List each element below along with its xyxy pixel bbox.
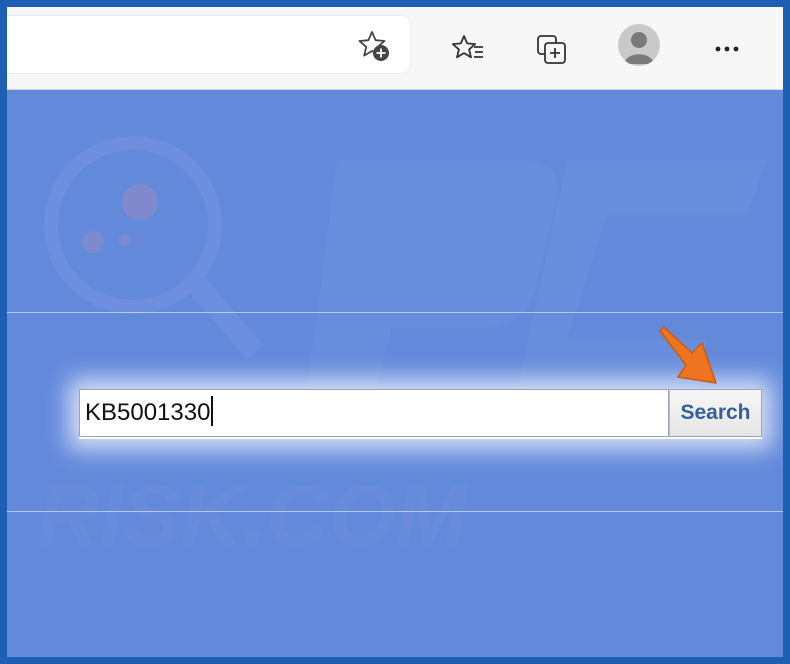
favorites-list-icon[interactable] xyxy=(450,31,486,67)
orange-pointer-arrow-icon xyxy=(659,326,717,384)
collections-icon[interactable] xyxy=(534,31,570,67)
divider-top xyxy=(7,312,783,313)
address-bar[interactable] xyxy=(7,16,410,73)
text-caret xyxy=(211,396,214,426)
more-horizontal-icon[interactable] xyxy=(709,31,745,67)
avatar-icon[interactable] xyxy=(618,24,660,66)
browser-toolbar xyxy=(7,7,783,90)
screenshot-frame: RISK.COM KB5001330 Search xyxy=(0,0,790,664)
search-input[interactable]: KB5001330 xyxy=(79,389,669,437)
star-add-icon[interactable] xyxy=(357,29,391,63)
page-content: RISK.COM KB5001330 Search xyxy=(7,90,783,657)
search-button[interactable]: Search xyxy=(669,389,762,437)
svg-text:RISK.COM: RISK.COM xyxy=(37,468,469,564)
divider-bottom xyxy=(7,511,783,512)
search-box: KB5001330 Search xyxy=(79,389,762,439)
search-input-value: KB5001330 xyxy=(85,399,211,426)
